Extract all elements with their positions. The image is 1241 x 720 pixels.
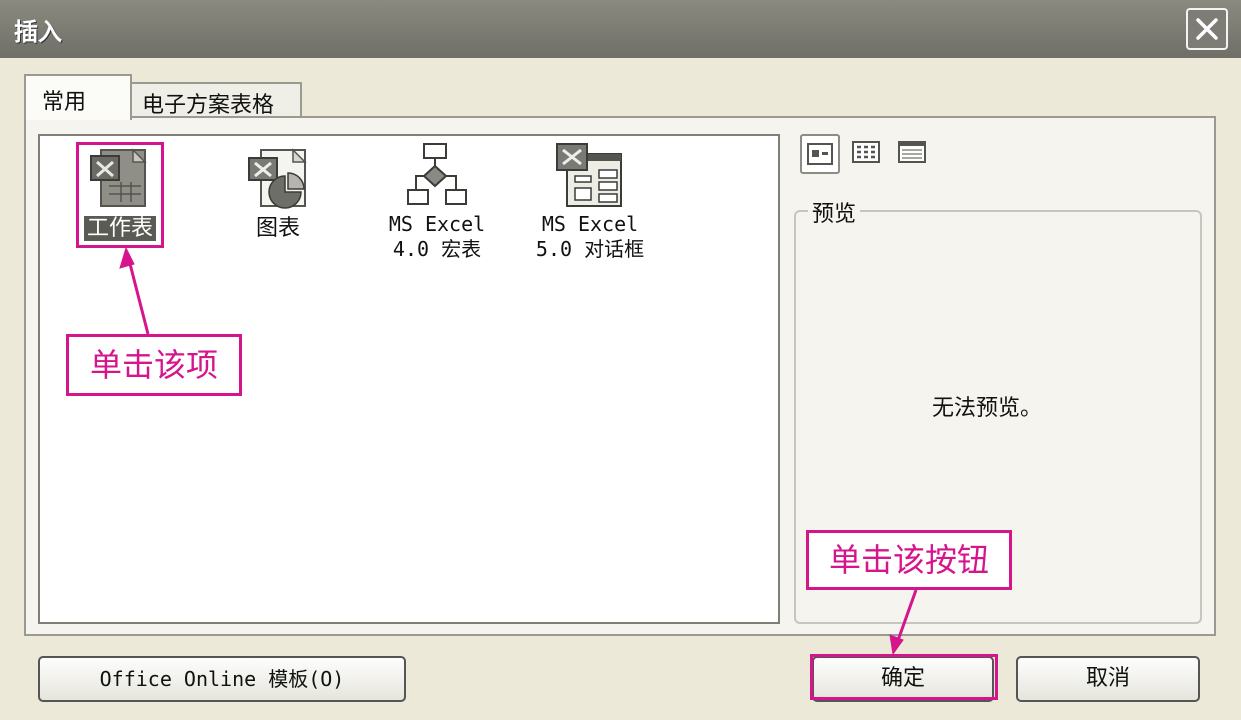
arrow-to-item: [119, 246, 150, 335]
annotation-arrows: [119, 246, 918, 656]
arrow-to-ok-button: [889, 589, 918, 656]
tab-common-label: 常用: [42, 90, 87, 115]
tab-common[interactable]: 常用: [24, 74, 132, 120]
